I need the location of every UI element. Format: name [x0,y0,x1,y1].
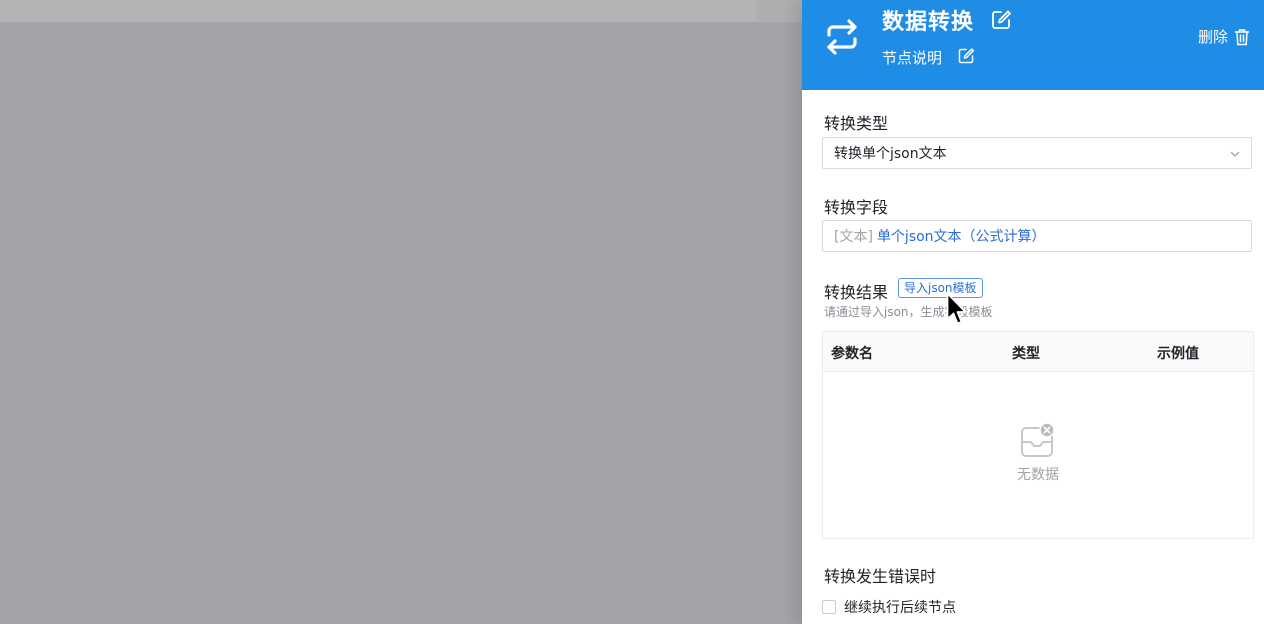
table-empty-state: 无数据 [823,422,1253,484]
column-param-name: 参数名 [831,346,873,362]
node-title: 数据转换 [882,10,975,35]
import-json-template-button[interactable]: 导入json模板 [898,278,983,298]
chevron-down-icon [1230,151,1240,157]
drawer-header: 数据转换 节点说明 删除 [802,0,1264,90]
empty-inbox-icon [1021,422,1055,457]
field-type-tag: [文本] [834,229,873,245]
convert-type-select[interactable]: 转换单个json文本 [822,137,1252,169]
convert-result-label: 转换结果 [824,283,889,302]
modal-backdrop[interactable] [0,0,802,624]
backdrop-top-bar [0,0,756,22]
delete-label: 删除 [1198,28,1229,46]
continue-on-error-option[interactable]: 继续执行后续节点 [822,597,956,617]
column-example-value: 示例值 [1157,346,1199,362]
continue-on-error-checkbox[interactable] [822,600,836,614]
edit-title-icon[interactable] [990,9,1012,31]
column-type: 类型 [1012,346,1040,362]
convert-type-value: 转换单个json文本 [834,146,947,162]
convert-field-input[interactable]: [文本] 单个json文本（公式计算） [822,220,1252,252]
field-value: 单个json文本（公式计算） [876,229,1046,245]
on-error-label: 转换发生错误时 [824,567,937,586]
node-description: 节点说明 [882,49,943,67]
backdrop-top-bar-right [756,0,802,22]
table-header: 参数名 类型 示例值 [823,332,1253,372]
result-fields-table: 参数名 类型 示例值 无数据 [822,331,1254,539]
convert-result-hint: 请通过导入json，生成字段模板 [824,305,993,319]
convert-type-label: 转换类型 [824,114,889,133]
delete-node-button[interactable]: 删除 [1198,26,1250,47]
edit-description-icon[interactable] [957,47,975,65]
convert-field-label: 转换字段 [824,198,889,217]
empty-text: 无数据 [1017,467,1059,483]
swap-arrows-icon [827,19,857,55]
continue-on-error-label: 继续执行后续节点 [844,600,956,616]
node-config-drawer: 数据转换 节点说明 删除 转换类型 转换单个json文本 转换字段 [文本] 单… [802,0,1264,624]
trash-icon [1234,28,1250,45]
